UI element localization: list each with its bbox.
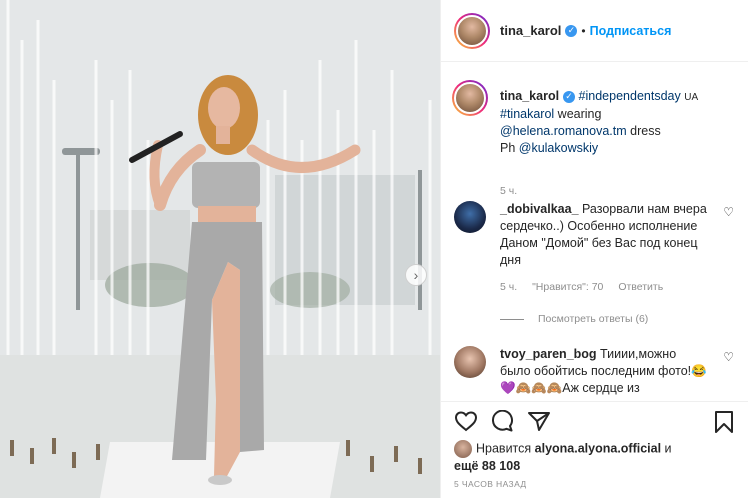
country-code: UA	[684, 92, 699, 103]
caption-username[interactable]: tina_karol	[500, 89, 559, 103]
comment-icon[interactable]	[490, 410, 514, 432]
likes-prefix: Нравится	[476, 441, 535, 456]
liker-username[interactable]: alyona.alyona.official	[535, 441, 661, 455]
commenter-avatar[interactable]	[454, 201, 486, 233]
commenter-username[interactable]: tvoy_paren_bog	[500, 347, 597, 361]
mention-link[interactable]: @helena.romanova.tm	[500, 124, 627, 138]
share-icon[interactable]	[527, 410, 551, 432]
caption-text: Ph	[500, 141, 519, 155]
post-timestamp[interactable]: 5 ЧАСОВ НАЗАД	[454, 479, 527, 489]
follow-button[interactable]: Подписаться	[590, 24, 672, 38]
comment-like-icon[interactable]: ♡	[723, 205, 734, 219]
likes-summary: Нравится alyona.alyona.official и ещё 88…	[454, 440, 744, 475]
post-panel: tina_karol ✓ • Подписаться tina_karol ✓ #…	[440, 0, 748, 498]
caption: tina_karol ✓ #independentsday UA #tinakar…	[452, 80, 734, 197]
comment-likes-count[interactable]: "Нравится": 70	[532, 281, 603, 293]
replies-divider	[500, 318, 524, 320]
caption-text: dress	[626, 124, 661, 138]
separator-dot: •	[581, 23, 586, 38]
reply-button[interactable]: Ответить	[618, 281, 663, 293]
verified-badge-icon: ✓	[565, 24, 578, 37]
commenter-username[interactable]: _dobivalkaa_	[500, 202, 579, 216]
view-replies-button[interactable]: Посмотреть ответы (6)	[500, 313, 648, 325]
likes-count-button[interactable]: ещё 88 108	[454, 459, 520, 473]
liker-avatar[interactable]	[454, 440, 472, 458]
mention-link[interactable]: @kulakowskiy	[519, 141, 598, 155]
author-username[interactable]: tina_karol	[500, 23, 561, 38]
caption-text: wearing	[554, 107, 602, 121]
commenter-avatar[interactable]	[454, 346, 486, 378]
action-bar	[441, 401, 748, 441]
chevron-right-icon: ›	[413, 267, 419, 283]
comment-time[interactable]: 5 ч.	[500, 281, 517, 293]
heart-icon[interactable]	[454, 410, 478, 432]
post-header: tina_karol ✓ • Подписаться	[441, 0, 748, 62]
caption-avatar[interactable]	[452, 80, 488, 116]
next-photo-button[interactable]: ›	[405, 264, 427, 286]
author-avatar[interactable]	[454, 12, 490, 49]
comment: tvoy_paren_bog Тииии,можно было обойтись…	[454, 346, 734, 401]
verified-badge-icon: ✓	[563, 90, 576, 103]
comments-list[interactable]: tina_karol ✓ #independentsday UA #tinakar…	[441, 63, 748, 401]
hashtag-link[interactable]: #tinakarol	[500, 107, 554, 121]
hashtag-link[interactable]: #independentsday	[579, 89, 681, 103]
comment-like-icon[interactable]: ♡	[723, 350, 734, 364]
comment: _dobivalkaa_ Разорвали нам вчера сердечк…	[454, 201, 734, 331]
performer-photo	[0, 0, 440, 498]
post-photo[interactable]: ›	[0, 0, 440, 498]
caption-time[interactable]: 5 ч.	[500, 185, 517, 197]
view-replies-label: Посмотреть ответы (6)	[538, 313, 649, 325]
bookmark-icon[interactable]	[713, 410, 735, 434]
likes-suffix: и	[661, 441, 672, 456]
